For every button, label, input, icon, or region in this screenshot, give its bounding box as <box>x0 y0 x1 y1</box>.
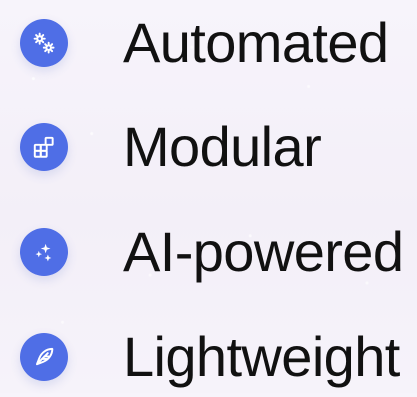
feature-item-lightweight: Lightweight <box>20 317 417 397</box>
feature-label: Automated <box>123 11 389 74</box>
gears-icon <box>20 19 68 67</box>
sparkles-icon <box>20 228 68 276</box>
feature-item-ai-powered: AI-powered <box>20 212 417 292</box>
feature-label: Lightweight <box>123 325 400 388</box>
feature-item-modular: Modular <box>20 107 417 187</box>
feature-list: Automated Modular AI-powered Lightweight <box>0 0 417 393</box>
feature-label: Modular <box>123 115 322 178</box>
modules-icon <box>20 123 68 171</box>
feature-item-automated: Automated <box>20 3 417 83</box>
feather-icon <box>20 333 68 381</box>
feature-label: AI-powered <box>123 220 404 283</box>
